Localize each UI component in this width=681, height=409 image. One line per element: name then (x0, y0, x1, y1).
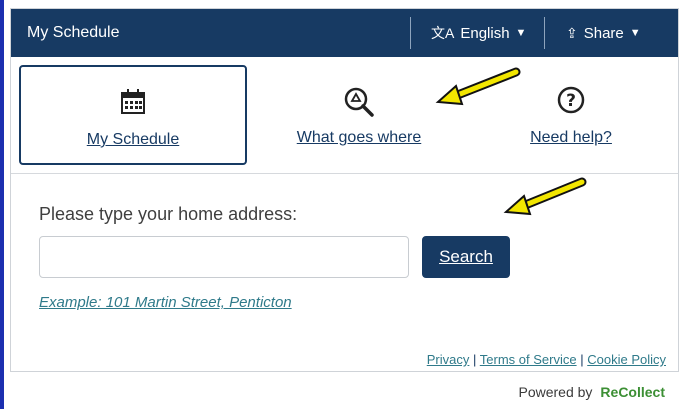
powered-by: Powered by ReCollect (518, 384, 665, 400)
address-prompt: Please type your home address: (39, 204, 298, 224)
topbar-divider (544, 17, 545, 49)
address-input[interactable] (39, 236, 409, 278)
tab-what-goes-where[interactable]: What goes where (269, 65, 449, 165)
search-button[interactable]: Search (422, 236, 510, 278)
language-label: English (460, 24, 510, 42)
footer-links: Privacy | Terms of Service | Cookie Poli… (427, 352, 666, 367)
widget-title: My Schedule (27, 24, 120, 41)
cookie-policy-link[interactable]: Cookie Policy (587, 352, 666, 367)
recycle-search-icon (269, 85, 449, 117)
share-label: Share (583, 24, 624, 42)
recollect-logo[interactable]: ReCollect (600, 384, 665, 400)
tab-label: My Schedule (86, 131, 180, 148)
translate-icon: 文A (431, 25, 455, 41)
powered-by-label: Powered by (518, 384, 593, 400)
terms-link[interactable]: Terms of Service (480, 352, 577, 367)
nav-tabs: My Schedule What goes where ? Need help? (11, 57, 678, 174)
tab-my-schedule[interactable]: My Schedule (19, 65, 247, 165)
calendar-icon (21, 87, 245, 117)
annotation-arrow (435, 67, 521, 106)
tab-need-help[interactable]: ? Need help? (501, 65, 641, 165)
tab-label: What goes where (296, 129, 422, 146)
language-button[interactable]: 文A English ▼ (431, 21, 526, 45)
annotation-arrow (503, 177, 587, 216)
help-circle-icon: ? (501, 85, 641, 115)
link-separator: | (473, 352, 477, 367)
left-edge-bar (0, 0, 4, 409)
tab-label: Need help? (530, 129, 612, 146)
chevron-down-icon: ▼ (629, 27, 641, 39)
svg-text:?: ? (566, 91, 576, 111)
topbar-divider (410, 17, 411, 49)
chevron-down-icon: ▼ (515, 27, 527, 39)
share-button[interactable]: ⇪ Share ▼ (566, 21, 641, 45)
privacy-link[interactable]: Privacy (427, 352, 470, 367)
share-icon: ⇪ (566, 24, 578, 41)
top-bar: My Schedule 文A English ▼ ⇪ Share ▼ (11, 9, 678, 57)
link-separator: | (580, 352, 584, 367)
example-address-link[interactable]: Example: 101 Martin Street, Penticton (39, 294, 292, 311)
